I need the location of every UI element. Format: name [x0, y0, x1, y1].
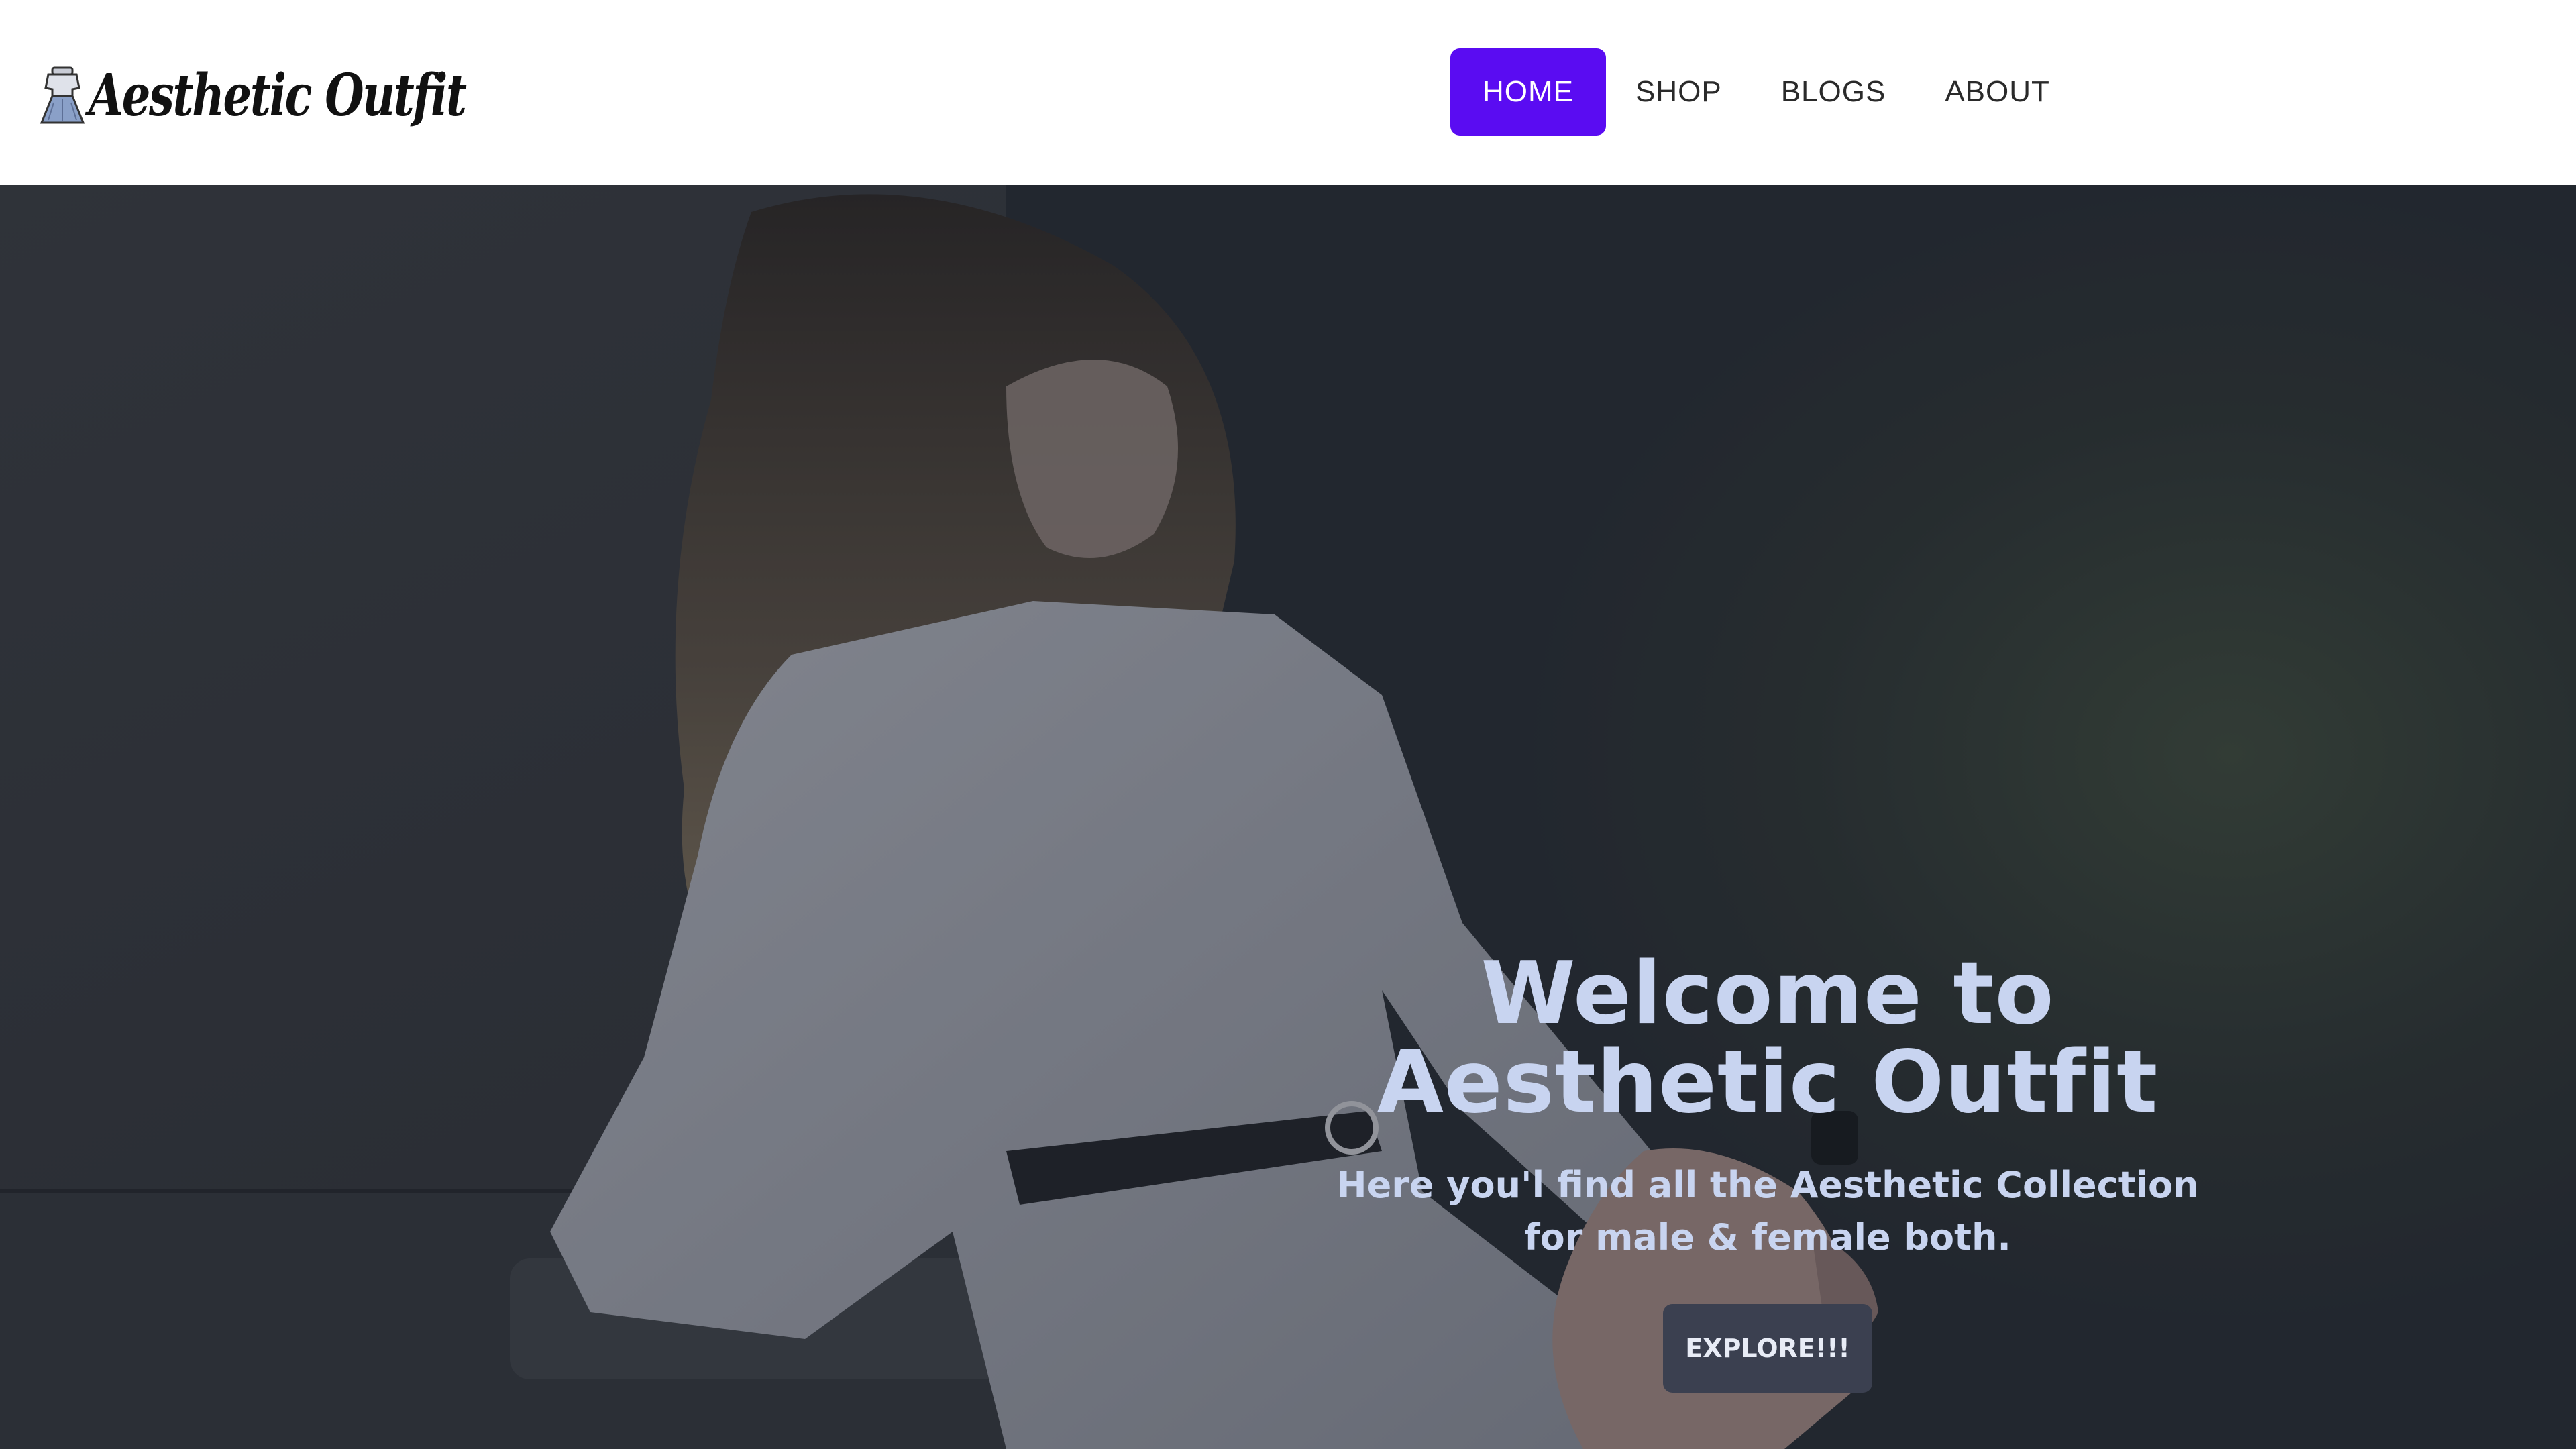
nav-item-blogs[interactable]: BLOGS [1752, 48, 1916, 136]
hero-title-line-2: Aesthetic Outfit [1377, 1032, 2159, 1132]
hero-section: Welcome to Aesthetic Outfit Here you'l f… [0, 185, 2576, 1449]
navbar: Aesthetic Outfit HOME SHOP BLOGS ABOUT [0, 0, 2576, 185]
nav-item-home[interactable]: HOME [1450, 48, 1606, 136]
hero-content: Welcome to Aesthetic Outfit Here you'l f… [1261, 950, 2274, 1393]
logo[interactable]: Aesthetic Outfit [39, 62, 572, 129]
dress-icon [40, 66, 85, 124]
hero-subtitle: Here you'l find all the Aesthetic Collec… [1261, 1159, 2274, 1264]
hero-subtitle-line-2: for male & female both. [1524, 1216, 2011, 1258]
nav-item-shop[interactable]: SHOP [1606, 48, 1752, 136]
hero-subtitle-line-1: Here you'l find all the Aesthetic Collec… [1336, 1164, 2199, 1206]
hero-title: Welcome to Aesthetic Outfit [1261, 950, 2274, 1127]
hero-title-line-1: Welcome to [1481, 944, 2055, 1044]
brand-name: Aesthetic Outfit [89, 61, 467, 129]
main-nav: HOME SHOP BLOGS ABOUT [1450, 48, 2080, 136]
nav-item-about[interactable]: ABOUT [1915, 48, 2080, 136]
explore-button[interactable]: EXPLORE!!! [1663, 1304, 1872, 1393]
